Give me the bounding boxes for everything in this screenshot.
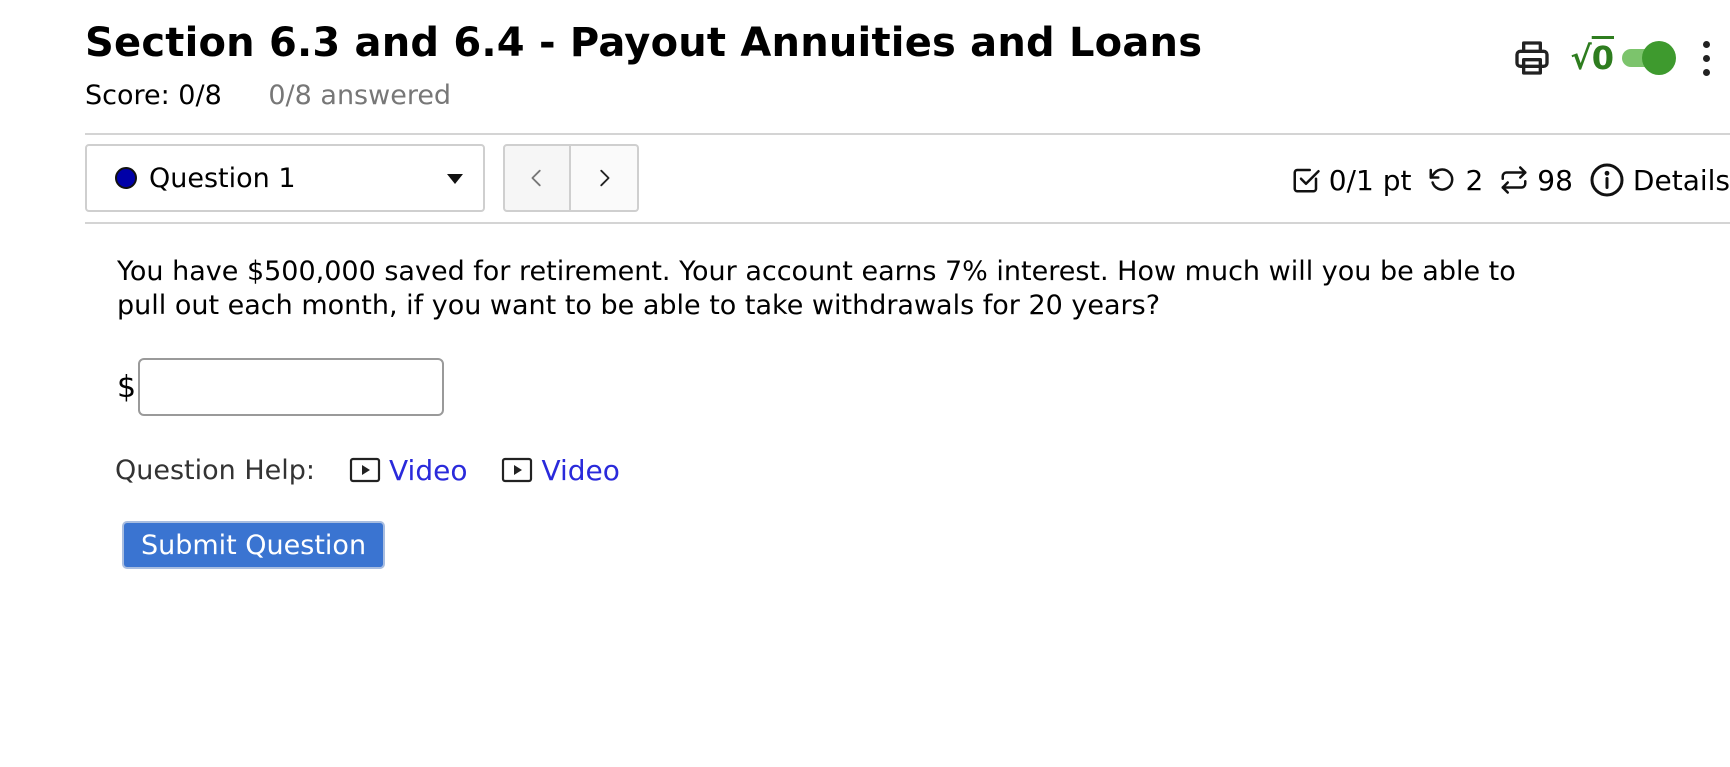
question-meta: 0/1 pt 2 98 Details [1275, 158, 1730, 202]
question-selector[interactable]: Question 1 [85, 144, 485, 212]
question-help: Question Help: Video Video [115, 450, 654, 490]
assignment-page: Section 6.3 and 6.4 - Payout Annuities a… [0, 0, 1730, 767]
details-button[interactable]: Details [1589, 162, 1730, 198]
kebab-menu-icon [1702, 40, 1710, 48]
divider [85, 133, 1730, 135]
chevron-right-icon [600, 169, 610, 187]
help-video-label: Video [541, 453, 620, 487]
retry-icon [1429, 168, 1454, 191]
checkbox-icon [1293, 168, 1320, 193]
previous-question-button[interactable] [503, 144, 571, 212]
caret-down-icon [447, 174, 463, 184]
video-icon [349, 457, 381, 483]
help-video-link-2[interactable]: Video [501, 453, 620, 487]
sqrt-icon: √0 [1570, 39, 1614, 77]
versions-count: 98 [1537, 163, 1573, 197]
more-options-button[interactable] [1696, 40, 1716, 76]
page-title: Section 6.3 and 6.4 - Payout Annuities a… [85, 20, 1203, 66]
retries-indicator: 2 [1427, 164, 1483, 197]
help-video-label: Video [389, 453, 468, 487]
video-icon [502, 457, 533, 483]
print-button[interactable] [1506, 32, 1558, 84]
help-video-link-1[interactable]: Video [349, 454, 467, 487]
details-label: Details [1632, 163, 1730, 197]
submit-question-button[interactable]: Submit Question [122, 521, 385, 569]
top-toolbar: √0 [1506, 28, 1730, 88]
answered-count: 0/8 answered [268, 80, 452, 111]
question-prompt: You have $500,000 saved for retirement. … [117, 256, 1516, 321]
retries-count: 2 [1465, 163, 1484, 197]
divider [85, 222, 1730, 224]
repeat-icon [1501, 166, 1527, 194]
question-help-label: Question Help: [115, 454, 315, 486]
printer-icon [1515, 41, 1550, 75]
versions-indicator: 98 [1499, 164, 1573, 197]
toggle-switch[interactable] [1622, 41, 1676, 75]
points-text: 0/1 pt [1328, 163, 1412, 197]
score-text: Score: 0/8 [85, 80, 222, 111]
points-indicator: 0/1 pt [1291, 163, 1412, 197]
chevron-left-icon [531, 169, 541, 187]
next-question-button[interactable] [571, 144, 639, 212]
score-summary: Score: 0/8 0/8 answered [85, 80, 451, 111]
answer-input[interactable] [138, 358, 445, 416]
question-selector-label: Question 1 [149, 162, 296, 194]
math-entry-toggle[interactable]: √0 [1570, 39, 1676, 77]
question-status-dot [115, 167, 137, 189]
info-icon [1590, 163, 1624, 197]
toggle-knob [1642, 41, 1676, 75]
answer-row: $ [117, 358, 445, 416]
currency-prefix: $ [117, 369, 137, 405]
question-pager [503, 144, 639, 212]
